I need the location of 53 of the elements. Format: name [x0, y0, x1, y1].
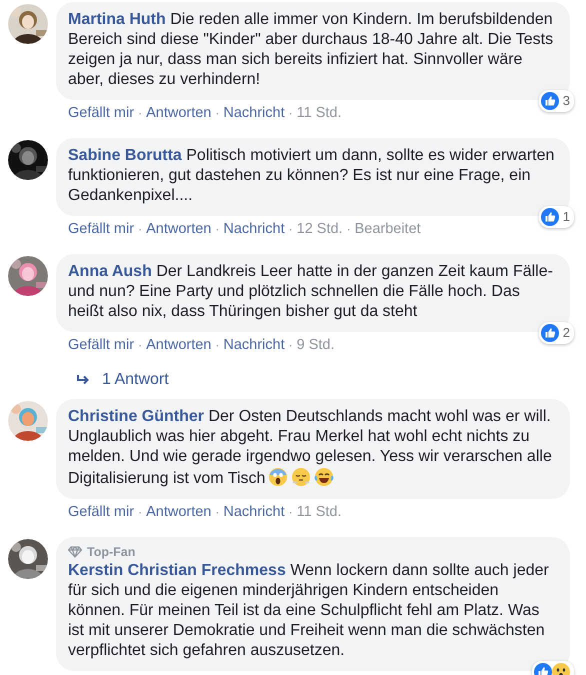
comment-text: Martina Huth Die reden alle immer von Kindern. Im berufsbildenden Bereich sind diese "Kinder" aber durchaus 18-40 Jahre alt. Die Tests zeigen ja nur, dass man sich bereits infiziert hat. Sinnvoller wäre aber, dieses zu verhindern! — [68, 10, 554, 90]
action-link[interactable]: Gefällt mir — [68, 221, 134, 237]
like-icon — [540, 324, 559, 342]
separator-dot: · — [288, 222, 293, 236]
action-link[interactable]: Nachricht — [223, 221, 285, 237]
separator-dot: · — [346, 222, 351, 236]
laughing-face-icon — [314, 467, 334, 487]
like-icon — [540, 208, 559, 226]
comment-text: Christine Günther Der Osten Deutschlands macht wohl was er will. Unglaublich was hier abgeht. Frau Merkel hat wohl echt nichts zu melden. Und wie gerade irgendwo gelesen. Yess wir verarschen alle Digitalisierung ist vom Tisch — [68, 407, 553, 489]
author-link[interactable]: Martina Huth — [68, 11, 166, 28]
separator-dot: · — [215, 106, 220, 120]
separator-dot: · — [215, 505, 220, 519]
reply-arrow-icon — [76, 374, 90, 386]
action-link[interactable]: Nachricht — [223, 504, 285, 520]
timestamp: 11 Std. — [296, 504, 342, 520]
action-link[interactable]: Gefällt mir — [68, 504, 134, 520]
author-link[interactable]: Christine Günther — [68, 408, 204, 425]
timestamp: 11 Std. — [296, 105, 342, 121]
timestamp: 12 Std. — [296, 221, 343, 237]
action-link[interactable]: Antworten — [146, 337, 212, 353]
separator-dot: · — [138, 338, 142, 352]
reaction-count-badge[interactable]: 3 — [538, 90, 574, 112]
action-link[interactable]: Nachricht — [223, 105, 285, 121]
comment-text: Anna Aush Der Landkreis Leer hatte in der ganzen Zeit kaum Fälle- und nun? Eine Party und plötzlich schnellen die Fälle hoch. Das heißt also nix, dass Thüringen bisher gut da steht — [68, 262, 554, 322]
author-link[interactable]: Anna Aush — [68, 263, 152, 280]
action-link[interactable]: Gefällt mir — [68, 105, 134, 121]
reaction-count-badge[interactable]: 1 — [538, 206, 574, 228]
separator-dot: · — [288, 106, 293, 120]
huffing-face-icon — [291, 467, 312, 487]
action-link[interactable]: Gefällt mir — [68, 337, 134, 353]
action-link[interactable]: Antworten — [146, 221, 212, 237]
author-link[interactable]: Sabine Borutta — [68, 147, 182, 164]
separator-dot: · — [138, 222, 142, 236]
screaming-face-icon — [268, 467, 288, 487]
comment-text: Kerstin Christian Frechmess Wenn lockern dann sollte auch jeder für sich und die eigenen minderjährigen Kindern entscheiden können. Für meinen Teil ist da eine Schulpflicht fehl am Platz. Was ist mit unserer Demokratie und Freiheit wenn man die schwächsten verpflichtet sich gefahren auszusetzen. — [68, 561, 550, 661]
comment-text: Sabine Borutta Politisch motiviert um dann, sollte es wider erwarten funktionieren, gut dastehen zu können? Es ist nur eine Frage, ein Gedankenpixel.... — [68, 146, 556, 206]
timestamp: 9 Std. — [296, 337, 335, 353]
timestamp: Bearbeitet — [354, 221, 421, 237]
like-icon — [540, 92, 559, 110]
action-link[interactable]: Antworten — [146, 105, 212, 121]
separator-dot: · — [138, 106, 142, 120]
diamond-icon — [68, 546, 82, 558]
author-link[interactable]: Kerstin Christian Frechmess — [68, 562, 286, 579]
replies-link[interactable]: 1 Antwort — [102, 370, 169, 390]
separator-dot: · — [215, 338, 220, 352]
action-link[interactable]: Antworten — [146, 504, 212, 520]
action-link[interactable]: Nachricht — [223, 337, 285, 353]
separator-dot: · — [288, 505, 293, 519]
top-fan-label: Top-Fan — [87, 544, 136, 561]
separator-dot: · — [215, 222, 220, 236]
reaction-count-badge[interactable]: 2 — [538, 322, 574, 344]
separator-dot: · — [138, 505, 142, 519]
separator-dot: · — [288, 338, 293, 352]
